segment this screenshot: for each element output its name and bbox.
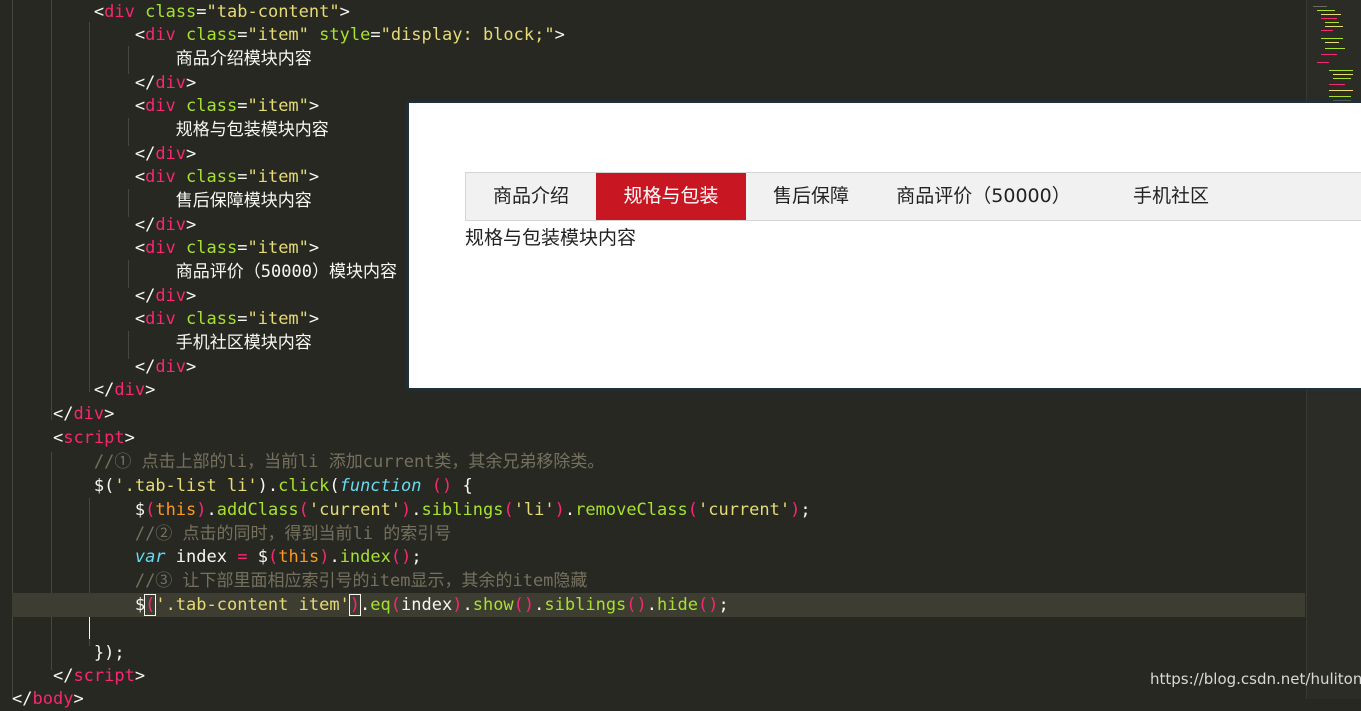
code-comment: //② 点击的同时，得到当前li 的索引号 (134, 524, 452, 544)
html-tag: div (145, 167, 176, 187)
code-comment: //③ 让下部里面相应索引号的item显示，其余的item隐藏 (134, 571, 588, 591)
text-node: 规格与包装模块内容 (175, 120, 329, 140)
closing-brace: }); (93, 643, 125, 663)
string-literal: 'current' (697, 500, 791, 520)
attribute-value: "item" (247, 309, 309, 329)
tab-list: 商品介绍 规格与包装 售后保障 商品评价（50000） 手机社区 (465, 172, 1361, 221)
string-literal: '.tab-list li' (114, 476, 258, 496)
tab-after-sales[interactable]: 售后保障 (746, 173, 876, 220)
code-comment: //① 点击上部的li，当前li 添加current类，其余兄弟移除类。 (93, 452, 605, 472)
html-tag: div (145, 309, 176, 329)
string-literal: 'li' (513, 500, 555, 520)
this-keyword: this (155, 500, 197, 520)
attribute-value: "item" (247, 167, 309, 187)
attribute-value: "item" (247, 96, 309, 116)
html-attribute: class (186, 309, 238, 329)
html-tag: body (32, 689, 74, 709)
method-name: index (339, 547, 391, 567)
html-tag: div (155, 286, 187, 306)
code-line: //① 点击上部的li，当前li 添加current类，其余兄弟移除类。 (12, 450, 1305, 474)
string-literal: '.tab-content item' (155, 595, 350, 615)
html-tag: div (155, 215, 187, 235)
code-line: var index = $(this).index(); (134, 547, 422, 567)
keyword: var (134, 547, 166, 567)
html-tag: div (145, 96, 176, 116)
html-tag: div (104, 2, 135, 22)
attribute-value: "display: block;" (380, 25, 555, 45)
html-tag: div (145, 25, 176, 45)
browser-preview: 商品介绍 规格与包装 售后保障 商品评价（50000） 手机社区 规格与包装模块… (409, 103, 1361, 388)
html-attribute: class (186, 167, 238, 187)
method-name: siblings (544, 595, 627, 615)
variable-name: index (401, 595, 453, 615)
html-tag: div (145, 238, 176, 258)
this-keyword: this (278, 547, 320, 567)
text-cursor (89, 617, 90, 639)
tab-community[interactable]: 手机社区 (1091, 173, 1251, 220)
string-literal: 'current' (308, 500, 402, 520)
code-line: $('.tab-list li').click(function () { (93, 476, 473, 496)
code-line: //② 点击的同时，得到当前li 的索引号 (12, 522, 1305, 546)
text-node: 手机社区模块内容 (175, 333, 312, 353)
text-node: 售后保障模块内容 (175, 191, 312, 211)
code-line: </div> (134, 73, 197, 93)
html-attribute: class (186, 25, 238, 45)
tab-reviews[interactable]: 商品评价（50000） (876, 173, 1091, 220)
attribute-value: "item" (247, 25, 309, 45)
html-tag: div (155, 144, 187, 164)
code-line: 商品介绍模块内容 (12, 47, 1305, 71)
attribute-value: "item" (247, 238, 309, 258)
html-tag: div (155, 73, 187, 93)
html-attribute: class (186, 96, 238, 116)
method-name: addClass (216, 500, 299, 520)
variable-name: index (175, 547, 227, 567)
text-node: 商品评价（50000）模块内容 (175, 262, 397, 282)
html-attribute: style (319, 25, 371, 45)
code-line: <div class="tab-content"> (93, 2, 350, 22)
attribute-value: "tab-content" (206, 2, 340, 22)
html-tag: script (63, 428, 125, 448)
code-line: <div class="item" style="display: block;… (134, 25, 565, 45)
code-line: }); (12, 641, 1305, 665)
code-line: $(this).addClass('current').siblings('li… (134, 500, 811, 520)
method-name: siblings (421, 500, 504, 520)
code-line: </div> (52, 404, 115, 424)
code-line: <script> (52, 428, 135, 448)
watermark: https://blog.csdn.net/hulitong (1150, 670, 1361, 688)
text-node: 商品介绍模块内容 (175, 49, 312, 69)
html-tag: div (73, 404, 105, 424)
method-name: hide (657, 595, 698, 615)
method-name: eq (370, 595, 391, 615)
active-code-line: $('.tab-content item').eq(index).show().… (12, 593, 1305, 617)
method-name: click (278, 476, 330, 496)
html-tag: div (114, 380, 146, 400)
code-line: </script> (52, 666, 146, 686)
keyword: function (339, 476, 422, 496)
html-tag: div (155, 357, 187, 377)
code-line: </body> (12, 689, 84, 709)
method-name: show (472, 595, 514, 615)
tab-specs-packaging[interactable]: 规格与包装 (596, 173, 746, 220)
code-line: //③ 让下部里面相应索引号的item显示，其余的item隐藏 (12, 569, 1305, 593)
html-tag: script (73, 666, 135, 686)
tab-product-intro[interactable]: 商品介绍 (466, 173, 596, 220)
html-attribute: class (145, 2, 197, 22)
tab-content-panel: 规格与包装模块内容 (465, 227, 637, 249)
html-attribute: class (186, 238, 238, 258)
method-name: removeClass (575, 500, 688, 520)
